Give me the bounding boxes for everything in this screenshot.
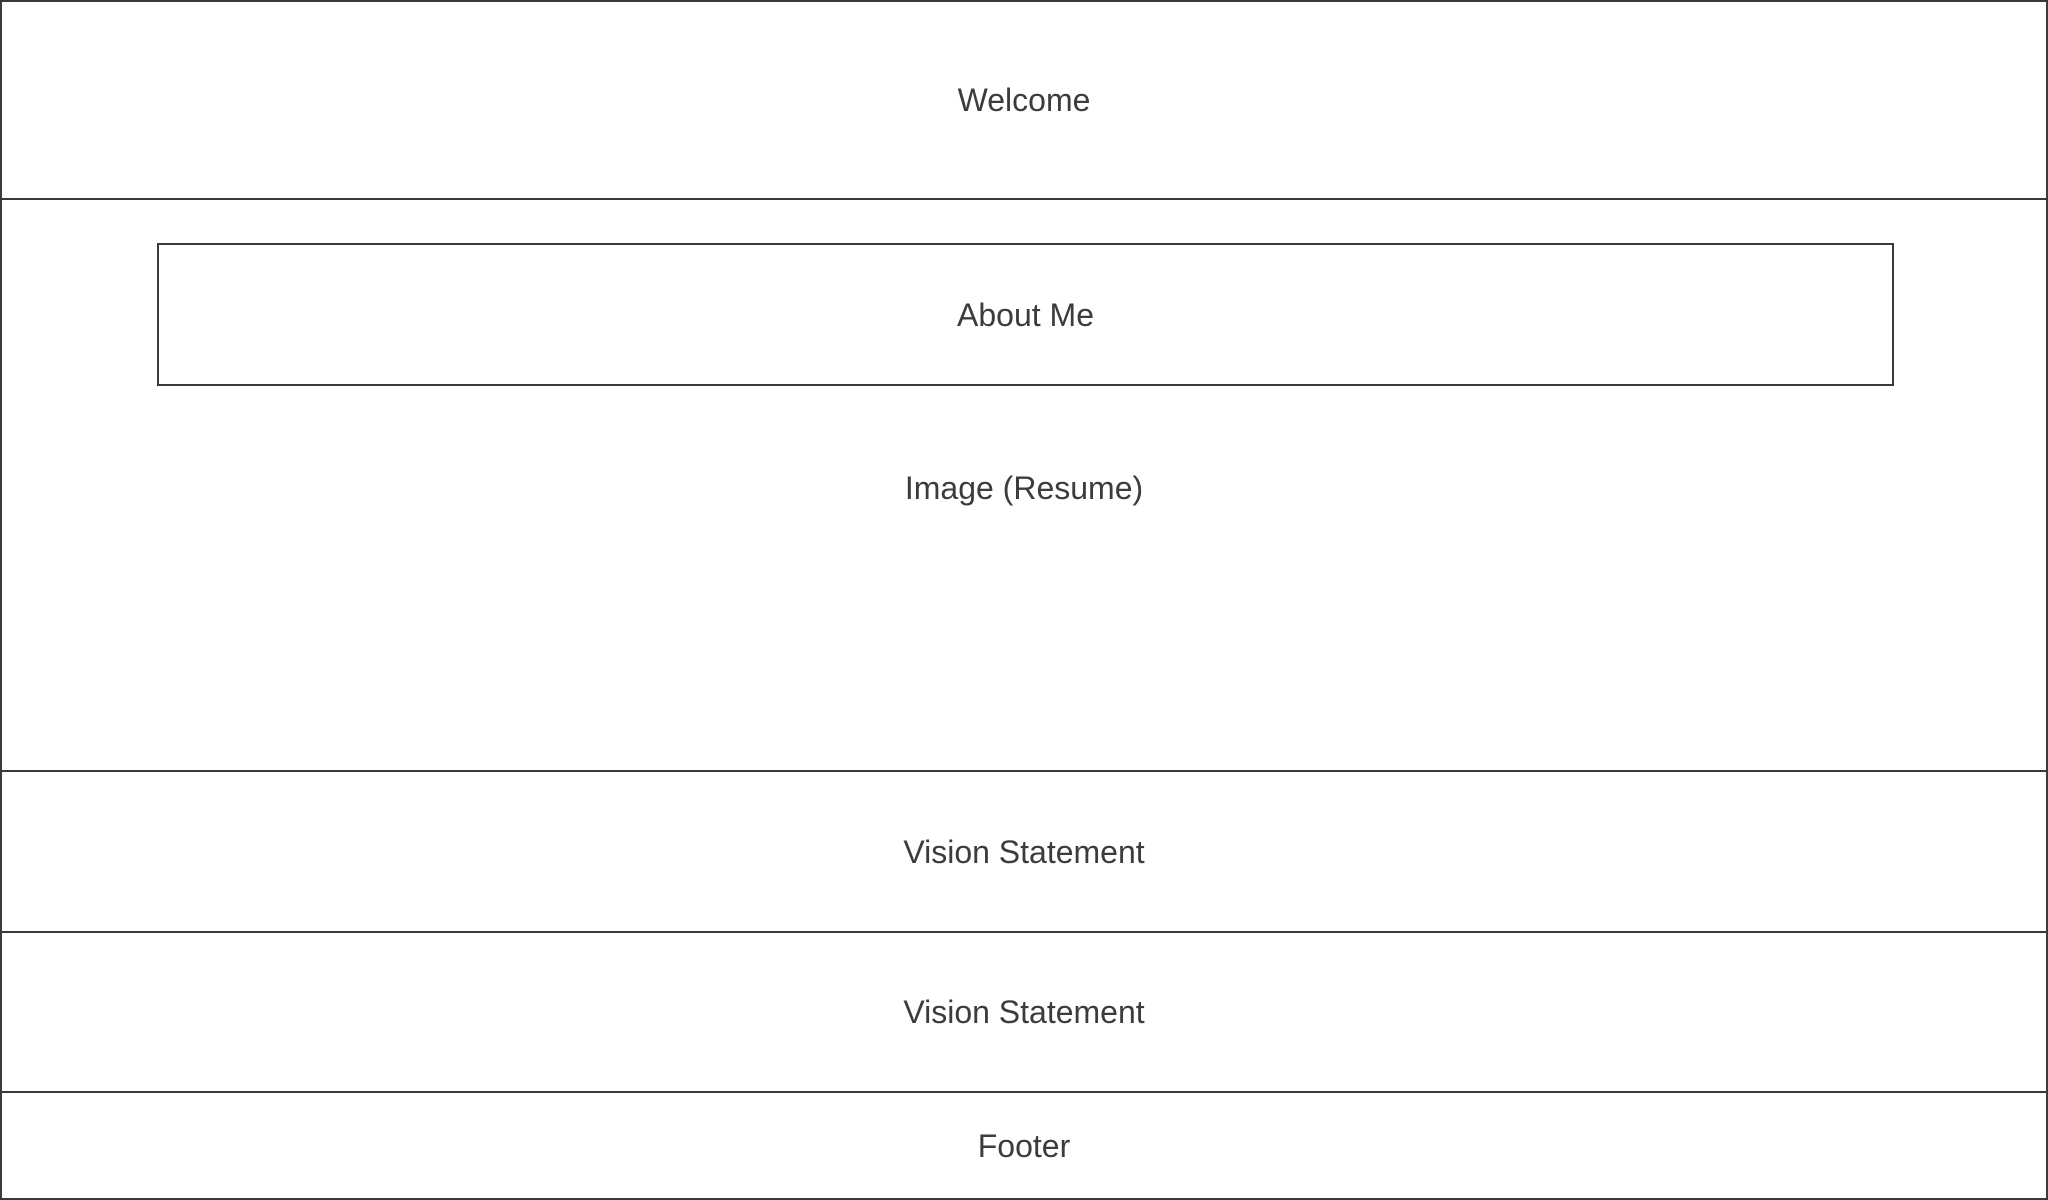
about-me-label: About Me — [957, 296, 1094, 333]
welcome-section: Welcome — [0, 0, 2048, 200]
vision-statement-section-2: Vision Statement — [0, 931, 2048, 1093]
about-me-box: About Me — [157, 243, 1894, 386]
main-section: About Me Image (Resume) — [0, 198, 2048, 772]
footer-section: Footer — [0, 1091, 2048, 1200]
vision-statement-section-1: Vision Statement — [0, 770, 2048, 933]
vision-statement-label-1: Vision Statement — [903, 833, 1145, 870]
image-resume-label: Image (Resume) — [904, 470, 1144, 506]
vision-statement-label-2: Vision Statement — [903, 994, 1145, 1030]
welcome-label: Welcome — [957, 82, 1091, 118]
footer-label: Footer — [977, 1127, 1071, 1164]
